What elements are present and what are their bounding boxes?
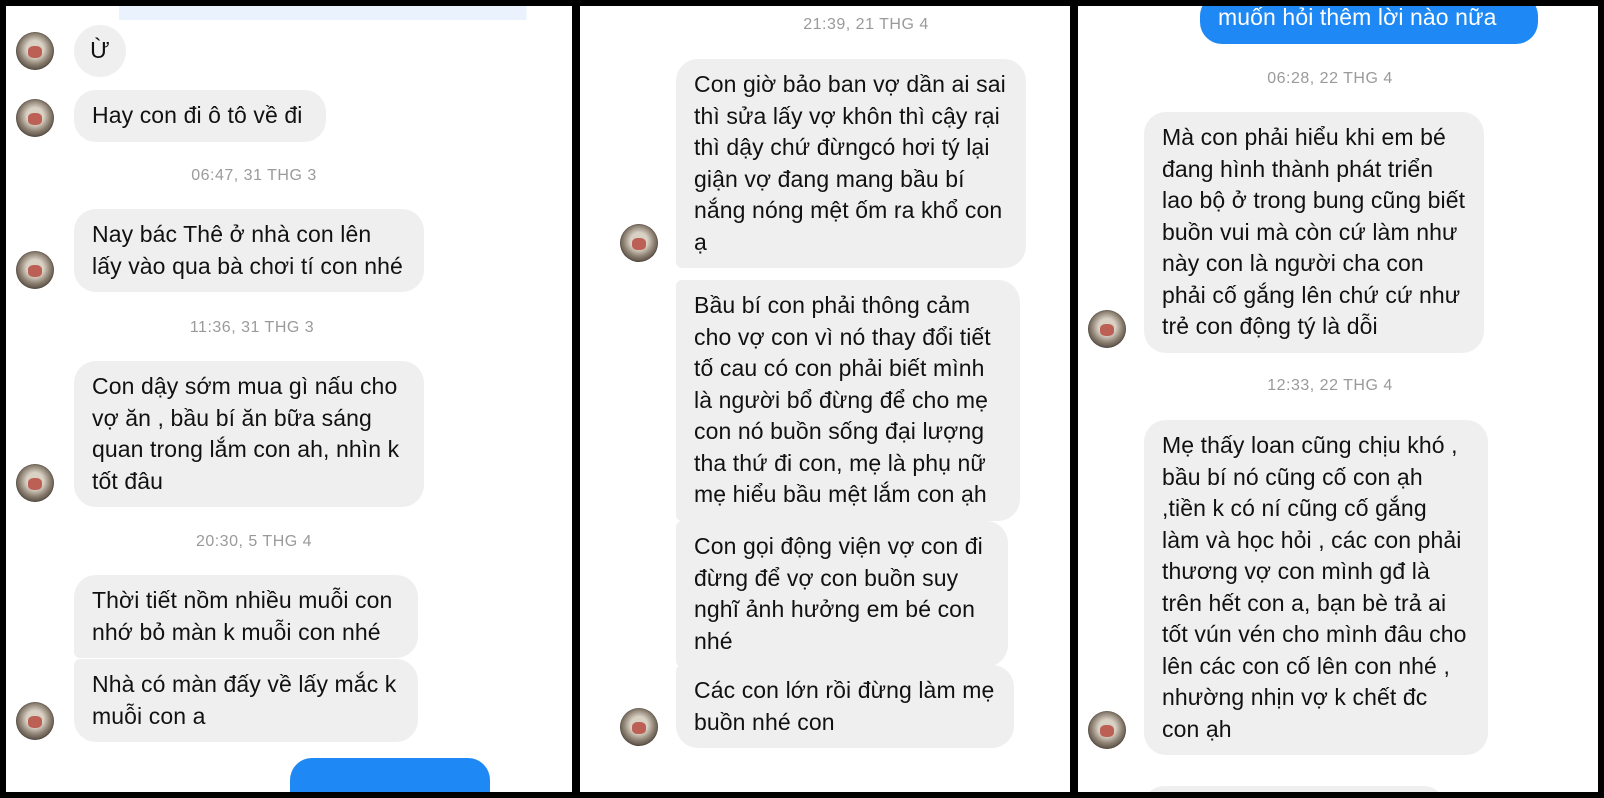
sender-avatar bbox=[16, 702, 54, 740]
outgoing-message-bubble[interactable]: muốn hỏi thêm lời nào nữa bbox=[1200, 6, 1538, 44]
message-bubble[interactable]: Hay con đi ô tô về đi bbox=[74, 90, 326, 142]
header-strip bbox=[6, 6, 572, 20]
chat-panel-1: Ừ Hay con đi ô tô về đi 06:47, 31 THG 3 … bbox=[6, 6, 572, 792]
message-timestamp: 11:36, 31 THG 3 bbox=[189, 319, 315, 336]
message-bubble[interactable]: Mẹ thấy loan cũng chịu khó , bầu bí nó c… bbox=[1144, 420, 1488, 755]
message-bubble[interactable]: Các con lớn rồi đừng làm mẹ buồn nhé con bbox=[676, 665, 1014, 748]
outgoing-message-bubble[interactable] bbox=[290, 758, 490, 792]
sender-avatar bbox=[620, 708, 658, 746]
sender-avatar bbox=[16, 32, 54, 70]
message-bubble[interactable]: Nhà có màn đấy về lấy mắc k muỗi con a bbox=[74, 659, 418, 742]
message-timestamp: 06:28, 22 THG 4 bbox=[1267, 70, 1393, 87]
message-timestamp: 20:30, 5 THG 4 bbox=[195, 533, 313, 550]
message-bubble[interactable]: Bầu bí con phải thông cảm cho vợ con vì … bbox=[676, 280, 1020, 521]
message-bubble[interactable] bbox=[1144, 786, 1444, 792]
message-bubble[interactable]: Con dậy sớm mua gì nấu cho vợ ăn , bầu b… bbox=[74, 361, 424, 507]
sender-avatar bbox=[16, 251, 54, 289]
message-timestamp: 12:33, 22 THG 4 bbox=[1267, 377, 1393, 394]
message-bubble[interactable]: Mà con phải hiểu khi em bé đang hình thà… bbox=[1144, 112, 1484, 353]
sender-avatar bbox=[620, 224, 658, 262]
message-bubble[interactable]: Nay bác Thê ở nhà con lên lấy vào qua bà… bbox=[74, 209, 424, 292]
sender-avatar bbox=[16, 464, 54, 502]
message-bubble[interactable]: Con giờ bảo ban vợ dần ai sai thì sửa lấ… bbox=[676, 59, 1026, 268]
message-bubble[interactable]: Thời tiết nồm nhiều muỗi con nhớ bỏ màn … bbox=[74, 575, 418, 658]
message-bubble[interactable]: Ừ bbox=[74, 25, 126, 77]
chat-panel-2: 21:39, 21 THG 4 Con giờ bảo ban vợ dần a… bbox=[580, 6, 1070, 792]
sender-avatar bbox=[1088, 711, 1126, 749]
sender-avatar bbox=[16, 99, 54, 137]
message-timestamp: 06:47, 31 THG 3 bbox=[191, 167, 317, 184]
chat-panel-3: muốn hỏi thêm lời nào nữa 06:28, 22 THG … bbox=[1078, 6, 1598, 792]
sender-avatar bbox=[1088, 310, 1126, 348]
message-timestamp: 21:39, 21 THG 4 bbox=[803, 16, 929, 33]
message-bubble[interactable]: Con gọi động viện vợ con đi đừng để vợ c… bbox=[676, 521, 1008, 667]
